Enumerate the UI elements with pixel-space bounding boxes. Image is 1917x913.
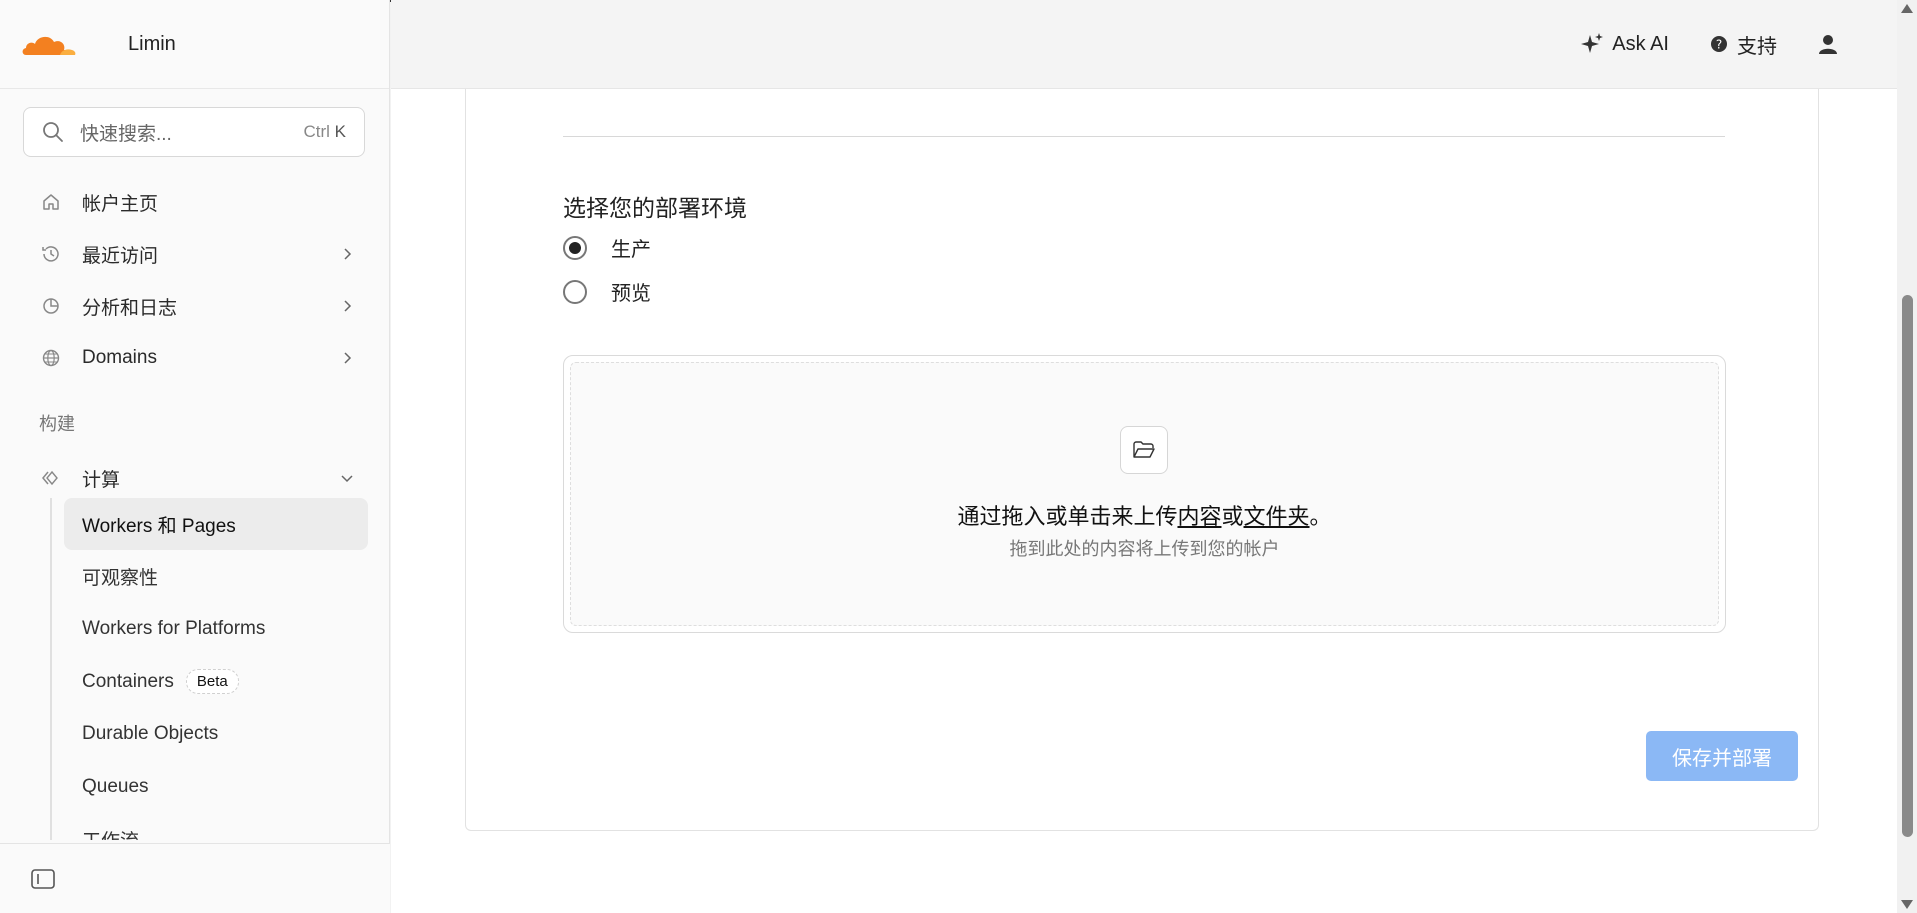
sub-item-workers-pages[interactable]: Workers 和 Pages [64,498,368,550]
support-button[interactable]: ? 支持 [1709,30,1777,59]
ask-ai-label: Ask AI [1612,32,1669,55]
nav-item-domains[interactable]: Domains [0,332,390,384]
upload-folder-link[interactable]: 文件夹 [1244,504,1310,529]
dropzone-text: 或 [1221,504,1244,529]
nav-item-label: Domains [82,347,157,368]
search-icon [43,122,63,142]
scrollbar[interactable] [1897,0,1917,913]
radio-button-selected[interactable] [563,235,587,260]
radio-preview[interactable]: 预览 [563,277,651,306]
save-and-deploy-button[interactable]: 保存并部署 [1646,731,1798,781]
top-header: Ask AI ? 支持 [391,0,1897,89]
compute-subnav: Workers 和 Pages 可观察性 Workers for Platfor… [50,498,370,840]
sidebar-toggle-icon[interactable] [30,868,56,890]
sub-item-label: Durable Objects [82,723,219,744]
nav-item-analytics[interactable]: 分析和日志 [0,280,390,332]
sub-item-workflows[interactable]: 工作流 [64,813,368,841]
beta-badge: Beta [185,669,239,694]
radio-label: 生产 [611,239,651,261]
nav-item-label: 计算 [82,469,121,491]
radio-button[interactable] [563,279,587,304]
clock-icon [40,243,62,265]
folder-icon[interactable] [1120,426,1168,474]
env-title: 选择您的部署环境 [563,195,747,221]
brand: Limin [0,0,389,89]
upload-dropzone[interactable]: 通过拖入或单击来上传内容或文件夹。 拖到此处的内容将上传到您的帐户 [563,355,1726,633]
sparkle-icon [1581,33,1604,53]
account-name[interactable]: Limin [128,33,176,56]
sidebar-footer [0,843,390,913]
upload-content-link[interactable]: 内容 [1177,504,1221,529]
sub-item-queues[interactable]: Queues [64,761,368,813]
divider [563,136,1725,137]
dropzone-text: 。 [1309,504,1332,529]
scroll-down-arrow[interactable] [1901,900,1913,909]
sub-item-label: Workers 和 Pages [82,515,236,537]
search-shortcut: Ctrl K [303,122,346,141]
chevron-right-icon [344,248,352,260]
user-icon [1819,35,1837,54]
dropzone-area[interactable]: 通过拖入或单击来上传内容或文件夹。 拖到此处的内容将上传到您的帐户 [570,362,1719,626]
nav-item-label: 分析和日志 [82,297,178,319]
home-icon [40,191,62,213]
sub-item-label: 工作流 [82,826,139,841]
pie-chart-icon [40,295,62,317]
globe-icon [40,347,62,369]
radio-label: 预览 [611,283,651,305]
radio-production[interactable]: 生产 [563,233,651,262]
nav-item-label: 最近访问 [82,245,159,267]
scroll-up-arrow[interactable] [1901,4,1913,13]
dropzone-text: 通过拖入或单击来上传 [957,504,1178,529]
scroll-thumb[interactable] [1902,295,1913,837]
sub-item-label: Containers [82,670,174,692]
sub-item-durable-objects[interactable]: Durable Objects [64,708,368,760]
support-label: 支持 [1737,35,1777,58]
ask-ai-button[interactable]: Ask AI [1580,32,1669,56]
main-content: 选择您的部署环境 生产 预览 通过拖入或单击来上传内容或文件夹。 拖到此处的内容… [391,89,1897,913]
deploy-card: 选择您的部署环境 生产 预览 通过拖入或单击来上传内容或文件夹。 拖到此处的内容… [465,89,1819,831]
primary-nav: 帐户主页 最近访问 分析和日志 Domains 构建 计算 [0,176,390,504]
chevron-right-icon [344,300,352,312]
dropzone-instructions: 通过拖入或单击来上传内容或文件夹。 [571,499,1718,531]
chevron-right-icon [344,352,352,364]
help-icon: ? [1711,36,1727,52]
nav-item-label: 帐户主页 [82,193,159,215]
sub-item-workers-platforms[interactable]: Workers for Platforms [64,603,368,655]
code-icon [40,467,62,489]
sub-item-observability[interactable]: 可观察性 [64,551,368,603]
search-box[interactable]: 快速搜索... Ctrl K [23,107,365,157]
dropzone-subtext: 拖到此处的内容将上传到您的帐户 [1009,539,1280,559]
search-input[interactable]: 快速搜索... [80,119,303,146]
sub-item-label: Queues [82,775,149,797]
nav-item-compute[interactable]: 计算 [0,452,390,504]
sub-item-containers[interactable]: Containers Beta [64,656,368,708]
nav-item-account-home[interactable]: 帐户主页 [0,176,390,228]
section-label-build: 构建 [39,414,75,434]
chevron-down-icon [341,475,353,483]
cloudflare-logo[interactable] [20,29,76,59]
sub-item-label: 可观察性 [82,568,159,589]
user-menu-button[interactable] [1817,33,1847,55]
svg-text:?: ? [1716,38,1722,52]
nav-item-recent[interactable]: 最近访问 [0,228,390,280]
sub-item-label: Workers for Platforms [82,618,266,639]
sidebar: Limin 快速搜索... Ctrl K 帐户主页 最近访问 分析和日志 Dom… [0,0,390,913]
